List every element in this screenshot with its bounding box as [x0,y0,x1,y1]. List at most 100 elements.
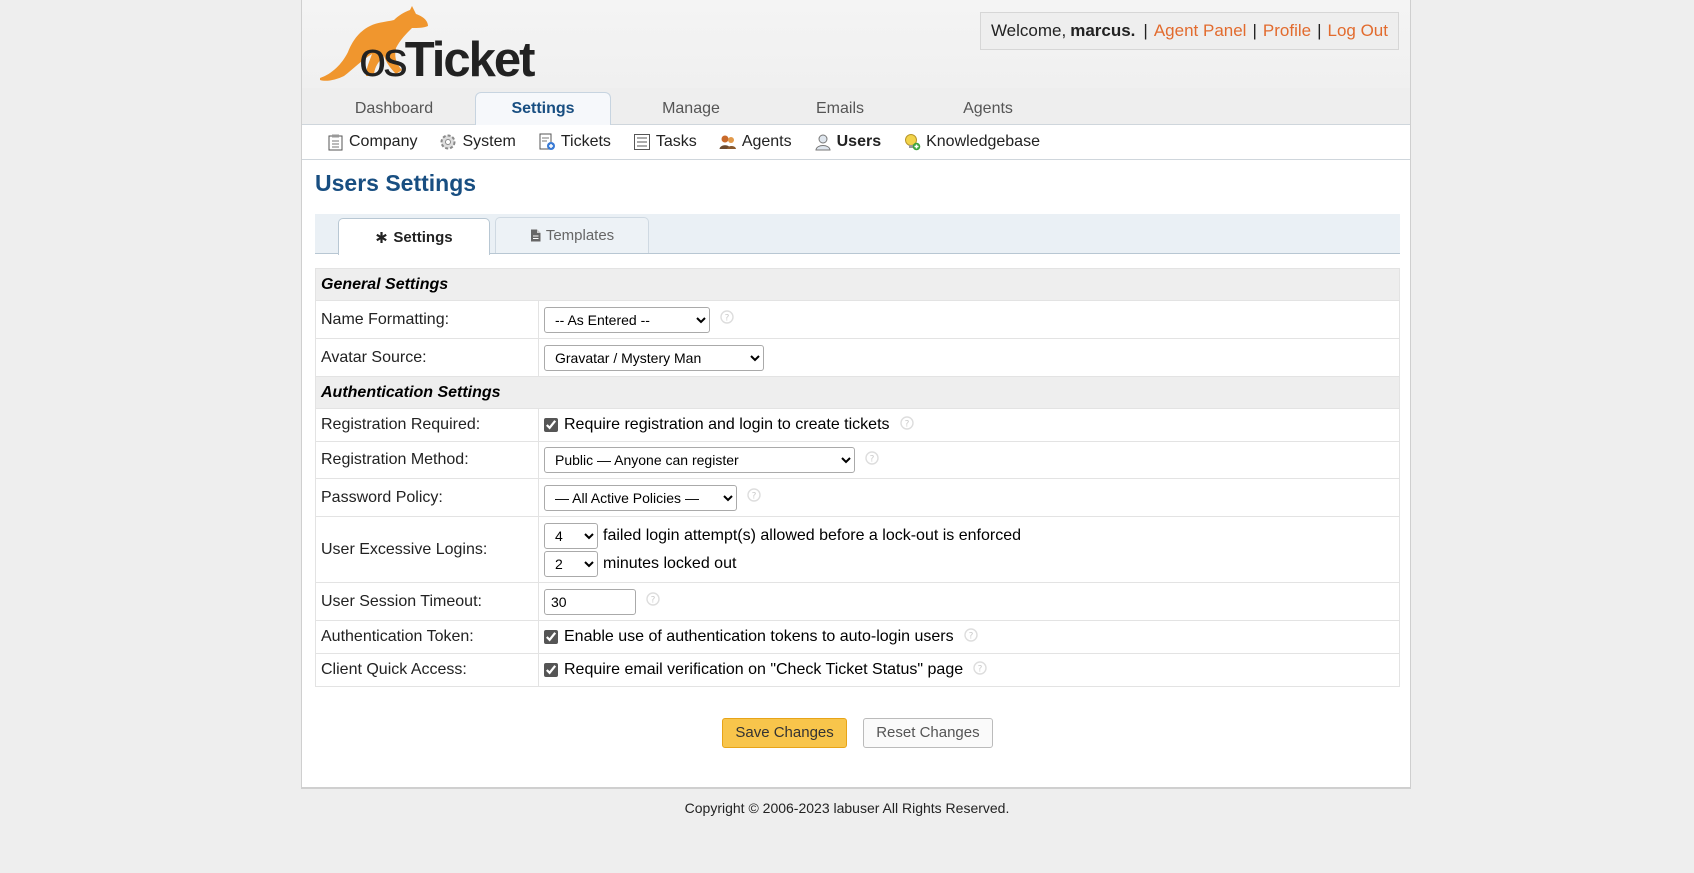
section-header: General Settings [315,268,1400,301]
ticket-add-icon [539,133,555,150]
quick-access-text: Require email verification on "Check Tic… [564,661,964,678]
agent-panel-link[interactable]: Agent Panel [1154,21,1247,41]
login-attempts-select[interactable]: 4 [544,522,598,549]
session-timeout-label: User Session Timeout: [315,582,539,621]
separator: | [1317,21,1322,40]
page-title: Users Settings [315,170,477,196]
auth-token-label: Authentication Token: [315,620,539,654]
svg-text:?: ? [725,314,730,324]
logo-os-text: os [359,33,408,87]
form-row: Password Policy: — All Active Policies —… [315,478,1400,517]
username: marcus. [1070,21,1136,40]
auth-token-checkbox[interactable] [544,630,558,644]
nav-tab-dashboard[interactable]: Dashboard [327,93,461,124]
authentication-settings-heading: Authentication Settings [315,376,1400,409]
nav-tab-settings[interactable]: Settings [475,92,611,126]
separator: | [1252,21,1257,40]
subnav-item-tasks[interactable]: Tasks [633,133,697,151]
session-timeout-input[interactable] [544,588,636,615]
subnav-label: Users [836,133,882,150]
profile-link[interactable]: Profile [1263,21,1311,41]
subnav-item-tickets[interactable]: Tickets [538,133,611,151]
subnav-item-agents[interactable]: Agents [719,133,792,151]
knowledgebase-icon [905,134,921,151]
svg-text:?: ? [870,454,875,464]
quick-access-checkbox[interactable] [544,663,558,677]
content-tabs: Settings Templates [315,214,1400,255]
tab-label: Settings [393,228,453,246]
subnav-label: Company [349,133,418,150]
file-icon [530,229,541,242]
form-row: Client Quick Access: Require email verif… [315,653,1400,687]
general-settings-heading: General Settings [315,268,1400,301]
lockout-minutes-select[interactable]: 2 [544,550,598,577]
help-icon[interactable]: ? [720,310,734,329]
agents-icon [719,135,736,149]
avatar-source-select[interactable]: Gravatar / Mystery Man [544,344,764,371]
help-icon[interactable]: ? [963,627,978,647]
login-attempts-text: failed login attempt(s) allowed before a… [603,526,1021,544]
excessive-logins-label: User Excessive Logins: [315,516,539,583]
subnav-label: System [462,133,516,150]
help-icon[interactable]: ? [899,415,914,435]
section-header: Authentication Settings [315,376,1400,409]
name-formatting-label: Name Formatting: [315,300,539,339]
footer-copyright: Copyright © 2006-2023 labuser All Rights… [684,800,1010,816]
save-changes-button[interactable]: Save Changes [722,718,847,748]
subnav-label: Agents [741,133,792,150]
subnav-item-knowledgebase[interactable]: Knowledgebase [903,133,1040,151]
logo-ticket-text: Ticket [404,33,536,87]
registration-required-text: Require registration and login to create… [564,416,890,433]
header: osTicket Welcome, marcus. | Agent Panel … [302,0,1410,89]
svg-text:?: ? [968,631,973,641]
help-icon[interactable]: ? [865,450,879,470]
help-icon[interactable]: ? [973,660,987,680]
form-buttons: Save Changes Reset Changes [315,718,1400,748]
logo-text: osTicket [359,33,536,87]
form-row: Avatar Source: Gravatar / Mystery Man [315,338,1400,377]
logout-link[interactable]: Log Out [1328,21,1389,41]
main-nav: Dashboard Settings Manage Emails Agents [302,88,1410,126]
form-row: Name Formatting: -- As Entered -- ? [315,300,1400,339]
subnav-item-users[interactable]: Users [814,133,881,151]
svg-text:?: ? [904,419,909,429]
form-row: Registration Required: Require registrat… [315,408,1400,442]
clipboard-icon [328,134,343,150]
gear-icon [440,134,456,150]
password-policy-label: Password Policy: [315,478,539,517]
password-policy-select[interactable]: — All Active Policies — [544,484,737,511]
subnav-label: Tickets [560,133,611,150]
help-icon[interactable]: ? [747,488,761,507]
subnav-item-system[interactable]: System [439,133,516,151]
osticket-logo[interactable]: osTicket [312,4,544,86]
sub-nav: Company System Tickets Tasks Agents User… [302,125,1410,160]
tab-settings[interactable]: Settings [338,218,490,255]
settings-form: General Settings Name Formatting: -- As … [315,268,1400,687]
nav-tab-agents[interactable]: Agents [921,93,1055,124]
form-row: User Excessive Logins: 4 failed login at… [315,516,1400,583]
registration-method-select[interactable]: Public — Anyone can register [544,447,855,473]
help-icon[interactable]: ? [646,592,660,611]
registration-required-checkbox[interactable] [544,418,558,432]
svg-text:?: ? [651,596,656,606]
task-list-icon [633,134,650,150]
name-formatting-select[interactable]: -- As Entered -- [544,306,710,333]
subnav-label: Knowledgebase [926,133,1040,150]
form-row: Authentication Token: Enable use of auth… [315,620,1400,654]
asterisk-icon [376,231,388,243]
tab-templates[interactable]: Templates [495,217,649,253]
quick-access-label: Client Quick Access: [315,653,539,687]
user-icon [815,134,831,151]
lockout-minutes-text: minutes locked out [603,554,737,572]
auth-token-text: Enable use of authentication tokens to a… [564,628,954,645]
reset-changes-button[interactable]: Reset Changes [863,718,993,748]
user-info-bar: Welcome, marcus. | Agent Panel | Profile… [979,12,1399,50]
nav-tab-emails[interactable]: Emails [773,93,907,124]
welcome-text: Welcome, [990,21,1067,40]
subnav-item-company[interactable]: Company [327,133,417,151]
separator: | [1143,21,1148,40]
form-row: Registration Method: Public — Anyone can… [315,441,1400,479]
main-container: osTicket Welcome, marcus. | Agent Panel … [301,0,1411,789]
avatar-source-label: Avatar Source: [315,338,539,377]
nav-tab-manage[interactable]: Manage [624,93,758,124]
